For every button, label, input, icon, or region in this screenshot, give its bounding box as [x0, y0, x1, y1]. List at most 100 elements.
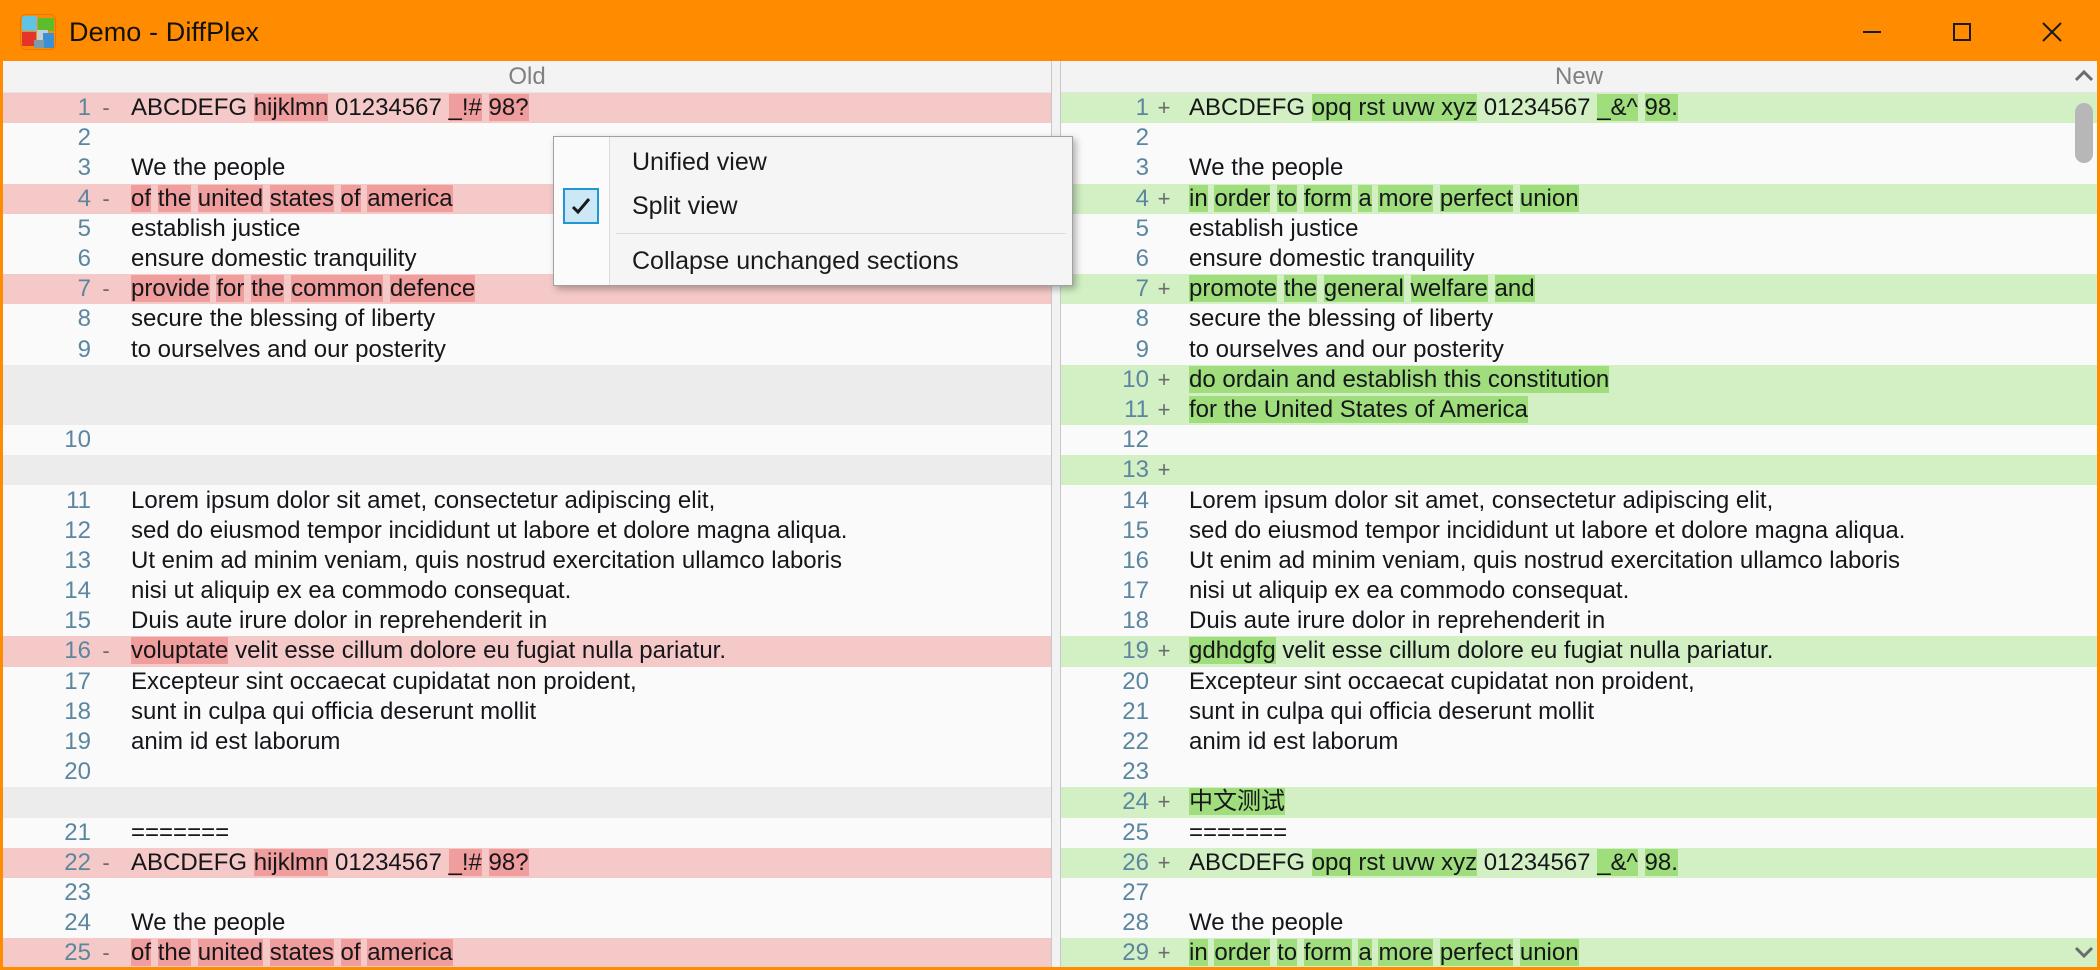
changed-word: a [1358, 939, 1372, 967]
diff-row[interactable]: 1 + ABCDEFG opq rst uvw xyz 01234567 _&^ 9… [1061, 93, 2097, 124]
diff-row[interactable]: 14 Lorem ipsum dolor sit amet, consectetu… [1061, 485, 2097, 516]
diff-row[interactable]: 25- of the united states of america [3, 938, 1051, 967]
changed-word: general [1323, 275, 1404, 303]
diff-row[interactable]: 23 [1061, 757, 2097, 788]
diff-row[interactable]: 8 secure the blessing of liberty [1061, 304, 2097, 335]
line-number: 17 [1122, 577, 1149, 605]
diff-row[interactable]: 6 ensure domestic tranquility [1061, 243, 2097, 275]
diff-row[interactable]: 24 + 中文测试 [1061, 787, 2097, 818]
diff-row[interactable] [3, 787, 1051, 818]
diff-row[interactable] [3, 364, 1051, 395]
changed-word: opq rst uvw xyz [1311, 848, 1478, 876]
line-text: ensure domestic tranquility [1179, 244, 2097, 274]
diff-row[interactable]: 12 [1061, 425, 2097, 456]
changed-word: do ordain and establish this constitutio… [1189, 365, 1610, 393]
changed-word: 98. [1644, 848, 1678, 876]
line-number: 28 [1122, 909, 1149, 937]
diff-row[interactable]: 21 ======= [3, 817, 1051, 848]
line-number: 19 [64, 728, 91, 756]
view-context-menu[interactable]: Unified view Split view Collapse unchang… [553, 136, 1073, 286]
menu-item-split-view[interactable]: Split view [554, 184, 1072, 228]
diff-row[interactable]: 22 anim id est laborum [1061, 726, 2097, 758]
diff-row[interactable]: 23 [3, 877, 1051, 909]
diff-row[interactable]: 13 Ut enim ad minim veniam, quis nostrud … [3, 545, 1051, 576]
split-view-checkbox[interactable] [563, 188, 599, 224]
unchanged-word: ABCDEFG [1189, 848, 1312, 876]
maximize-button[interactable] [1917, 3, 2007, 61]
changed-word: of [340, 184, 361, 212]
diff-row[interactable]: 15 sed do eiusmod tempor incididunt ut la… [1061, 515, 2097, 546]
diff-row[interactable]: 2 [1061, 123, 2097, 154]
diff-row[interactable]: 1- ABCDEFG hijklmn 01234567 _!# 98? [3, 93, 1051, 124]
diff-row[interactable]: 11 Lorem ipsum dolor sit amet, consectetu… [3, 485, 1051, 516]
diff-row[interactable]: 9 to ourselves and our posterity [1061, 334, 2097, 365]
diff-row[interactable]: 19 + gdhdgfg velit esse cillum dolore eu f… [1061, 636, 2097, 667]
menu-item-unified-view[interactable]: Unified view [554, 140, 1072, 184]
diff-row[interactable]: 13 + [1061, 455, 2097, 486]
line-number: 4 [77, 184, 91, 212]
unchanged-word [1433, 185, 1440, 212]
diff-row[interactable]: 5 establish justice [1061, 213, 2097, 244]
diff-row[interactable]: 8 secure the blessing of liberty [3, 304, 1051, 335]
diff-row[interactable]: 16 Ut enim ad minim veniam, quis nostrud … [1061, 545, 2097, 576]
line-text: of the united states of america [121, 938, 1051, 967]
line-text: Duis aute irure dolor in reprehenderit i… [121, 606, 1051, 636]
unchanged-word [263, 939, 270, 966]
scrollbar-track[interactable] [2071, 91, 2097, 937]
diff-row[interactable]: 17 Excepteur sint occaecat cupidatat non … [3, 666, 1051, 697]
diff-row[interactable]: 17 nisi ut aliquip ex ea commodo consequa… [1061, 576, 2097, 607]
diff-row[interactable]: 16- voluptate velit esse cillum dolore eu… [3, 636, 1051, 667]
changed-word: in [1189, 184, 1208, 212]
vertical-scrollbar[interactable] [2071, 61, 2097, 967]
scrollbar-thumb[interactable] [2075, 103, 2093, 163]
new-lines-list[interactable]: 1 + ABCDEFG opq rst uvw xyz 01234567 _&^ 9… [1061, 93, 2097, 967]
diff-row[interactable]: 15 Duis aute irure dolor in reprehenderit… [3, 606, 1051, 637]
scroll-up-chevron-icon [2074, 69, 2094, 82]
line-text: Lorem ipsum dolor sit amet, consectetur … [121, 486, 1051, 516]
line-number: 29 [1122, 939, 1149, 967]
diff-row[interactable]: 26 + ABCDEFG opq rst uvw xyz 01234567 _&^ … [1061, 847, 2097, 878]
diff-row[interactable]: 21 sunt in culpa qui officia deserunt mol… [1061, 696, 2097, 727]
diff-row[interactable]: 11 + for the United States of America [1061, 394, 2097, 426]
scroll-up-button[interactable] [2071, 61, 2097, 91]
unchanged-word [1277, 275, 1284, 302]
unchanged-word: Duis aute irure dolor in reprehenderit i… [131, 607, 548, 635]
line-text: secure the blessing of liberty [1179, 304, 2097, 334]
scroll-down-button[interactable] [2071, 937, 2097, 967]
diff-row[interactable]: 20 Excepteur sint occaecat cupidatat non … [1061, 666, 2097, 697]
unchanged-word: 01234567 [328, 94, 449, 122]
line-number: 23 [1122, 758, 1149, 786]
changed-word: 98? [488, 848, 529, 876]
change-marker: + [1157, 276, 1171, 302]
diff-row[interactable]: 14 nisi ut aliquip ex ea commodo consequa… [3, 576, 1051, 607]
window-controls [1827, 3, 2097, 61]
diff-row[interactable]: 28 We the people [1061, 908, 2097, 939]
minimize-button[interactable] [1827, 3, 1917, 61]
menu-item-collapse-unchanged-sections[interactable]: Collapse unchanged sections [554, 239, 1072, 283]
diff-row[interactable]: 19 anim id est laborum [3, 726, 1051, 758]
diff-row[interactable] [3, 455, 1051, 486]
diff-row[interactable]: 22- ABCDEFG hijklmn 01234567 _!# 98? [3, 847, 1051, 878]
line-text: gdhdgfg velit esse cillum dolore eu fugi… [1179, 636, 2097, 666]
diff-row[interactable]: 27 [1061, 877, 2097, 909]
diff-row[interactable]: 9 to ourselves and our posterity [3, 334, 1051, 365]
diff-row[interactable]: 20 [3, 757, 1051, 788]
diff-row[interactable]: 24 We the people [3, 908, 1051, 939]
change-marker: - [102, 638, 110, 664]
close-button[interactable] [2007, 3, 2097, 61]
diff-row[interactable]: 18 sunt in culpa qui officia deserunt mol… [3, 696, 1051, 727]
diff-row[interactable]: 3 We the people [1061, 153, 2097, 184]
diff-row[interactable]: 10 [3, 425, 1051, 456]
change-marker: + [1157, 95, 1171, 121]
line-number: 18 [1122, 607, 1149, 635]
diff-row[interactable]: 4 + in order to form a more perfect union [1061, 183, 2097, 214]
diff-row[interactable]: 10 + do ordain and establish this constitu… [1061, 364, 2097, 395]
diff-row[interactable] [3, 394, 1051, 426]
diffplex-squares-icon [21, 15, 55, 49]
diff-row[interactable]: 12 sed do eiusmod tempor incididunt ut la… [3, 515, 1051, 546]
changed-word: gdhdgfg [1189, 637, 1276, 665]
diff-row[interactable]: 18 Duis aute irure dolor in reprehenderit… [1061, 606, 2097, 637]
diff-row[interactable]: 25 ======= [1061, 817, 2097, 848]
diff-row[interactable]: 7 + promote the general welfare and [1061, 274, 2097, 305]
diff-row[interactable]: 29 + in order to form a more perfect union [1061, 938, 2097, 967]
